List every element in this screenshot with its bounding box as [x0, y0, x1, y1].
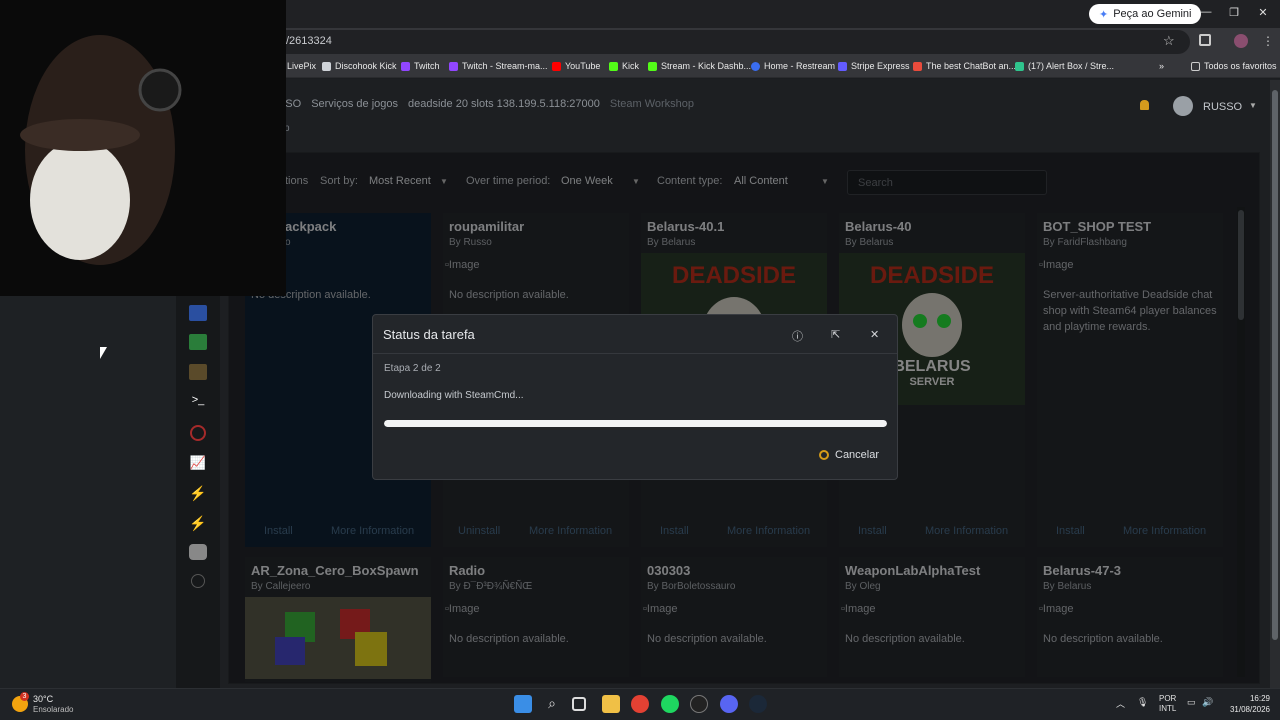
divider: [373, 353, 897, 354]
steam-icon[interactable]: [749, 695, 767, 713]
modal-title: Status da tarefa: [383, 327, 475, 342]
cancel-button[interactable]: Cancelar: [819, 449, 879, 461]
w-logo-icon[interactable]: [191, 574, 205, 588]
database-icon[interactable]: [189, 544, 207, 560]
terminal-icon[interactable]: >_: [189, 394, 207, 410]
bookmark-star-icon[interactable]: ☆: [1163, 33, 1175, 49]
bookmark-stripe[interactable]: Stripe Express: [838, 61, 910, 71]
bookmark-youtube[interactable]: YouTube: [552, 61, 600, 71]
breadcrumb: USSO Serviços de jogos deadside 20 slots…: [270, 98, 694, 110]
progress-fill: [384, 420, 887, 427]
bookmark-livepix[interactable]: LivePix: [287, 61, 316, 71]
cancel-icon: [819, 450, 829, 460]
stage-text: Etapa 2 de 2: [384, 363, 441, 374]
language-indicator[interactable]: POR INTL: [1159, 694, 1176, 714]
discord-icon[interactable]: [720, 695, 738, 713]
kick-icon: [648, 61, 657, 71]
twitch-icon: [401, 61, 410, 71]
bookmark-twitch-stream[interactable]: Twitch - Stream-ma...: [449, 61, 548, 71]
more-bookmarks-icon[interactable]: »: [1159, 61, 1164, 71]
weather-badge: 3: [20, 692, 29, 701]
bookmark-kick-dashboard[interactable]: Stream - Kick Dashb...: [648, 61, 751, 71]
status-text: Downloading with SteamCmd...: [384, 390, 524, 401]
chevron-down-icon[interactable]: ▼: [1249, 101, 1257, 110]
close-window-icon[interactable]: ✕: [1256, 6, 1270, 19]
address-bar[interactable]: /2613324: [270, 30, 1190, 54]
page-scroll-thumb[interactable]: [1272, 90, 1278, 640]
close-icon[interactable]: ✕: [870, 328, 879, 341]
bookmark-twitch[interactable]: Twitch: [401, 61, 440, 71]
crumb-server[interactable]: deadside 20 slots 138.199.5.118:27000: [408, 98, 600, 110]
bolt-icon[interactable]: ⚡: [189, 485, 207, 501]
profile-icon[interactable]: [1234, 34, 1248, 48]
bolt-icon-2[interactable]: ⚡: [189, 515, 207, 531]
tray-chevron-icon[interactable]: ︿: [1116, 697, 1125, 710]
crumb-workshop: Steam Workshop: [609, 98, 695, 110]
bookmark-chatbot[interactable]: The best ChatBot an...: [913, 61, 1016, 71]
webcam-feed: [0, 0, 286, 296]
start-icon[interactable]: [514, 695, 532, 713]
crumb-services[interactable]: Serviços de jogos: [311, 98, 398, 110]
extensions-icon[interactable]: [1199, 34, 1211, 46]
external-link-icon[interactable]: ⇱: [831, 328, 840, 341]
kick-icon: [609, 61, 618, 71]
kebab-menu-icon[interactable]: ⋮: [1262, 34, 1274, 48]
progress-bar: [384, 420, 887, 427]
all-bookmarks[interactable]: Todos os favoritos: [1191, 61, 1277, 71]
bookmark-alertbox[interactable]: (17) Alert Box / Stre...: [1015, 61, 1114, 71]
microphone-icon[interactable]: 🎙: [1137, 697, 1148, 708]
restream-icon: [751, 61, 760, 71]
search-icon[interactable]: ⌕: [543, 695, 561, 713]
bookmark-kick[interactable]: Kick: [609, 61, 639, 71]
youtube-icon: [552, 61, 561, 71]
weather-desc[interactable]: Ensolarado: [33, 705, 73, 714]
task-status-modal: Status da tarefa ⓘ ⇱ ✕ Etapa 2 de 2 Down…: [372, 314, 898, 480]
avatar[interactable]: [1173, 96, 1193, 116]
bookmark-restream[interactable]: Home - Restream: [751, 61, 835, 71]
minimize-icon[interactable]: —: [1199, 6, 1213, 18]
file-explorer-icon[interactable]: [602, 695, 620, 713]
bookmark-discohook[interactable]: Discohook Kick: [322, 61, 397, 71]
restore-icon[interactable]: ❐: [1227, 6, 1241, 19]
user-name[interactable]: RUSSO: [1203, 101, 1242, 113]
task-view-icon[interactable]: [572, 697, 586, 711]
temperature[interactable]: 30°C: [33, 694, 53, 704]
volume-icon[interactable]: 🔊: [1202, 697, 1213, 708]
mouse-cursor: [100, 347, 107, 359]
rail-green-icon[interactable]: [189, 334, 207, 350]
cancel-label: Cancelar: [835, 449, 880, 461]
clock[interactable]: 16:29 31/08/2026: [1226, 693, 1270, 715]
rail-brown-icon[interactable]: [189, 364, 207, 380]
alertbox-icon: [1015, 61, 1024, 71]
spotify-icon[interactable]: [661, 695, 679, 713]
monitor-icon[interactable]: ▭: [1187, 697, 1196, 708]
chrome-icon[interactable]: [631, 695, 649, 713]
sparkle-icon: ✦: [1099, 8, 1109, 21]
bell-icon[interactable]: [1140, 100, 1149, 110]
gemini-label: Peça ao Gemini: [1113, 8, 1192, 20]
rail-blue-icon[interactable]: [189, 305, 207, 321]
discohook-icon: [322, 61, 331, 71]
chatbot-icon: [913, 61, 922, 71]
chart-icon[interactable]: 📈: [189, 455, 207, 471]
info-icon[interactable]: ⓘ: [792, 328, 803, 344]
obs-icon[interactable]: [690, 695, 708, 713]
power-icon[interactable]: [190, 425, 206, 441]
stripe-icon: [838, 61, 847, 71]
folder-icon: [1191, 61, 1200, 71]
twitch-icon: [449, 61, 458, 71]
webcam-overlay: [0, 0, 286, 296]
gemini-button[interactable]: ✦ Peça ao Gemini: [1089, 4, 1202, 24]
